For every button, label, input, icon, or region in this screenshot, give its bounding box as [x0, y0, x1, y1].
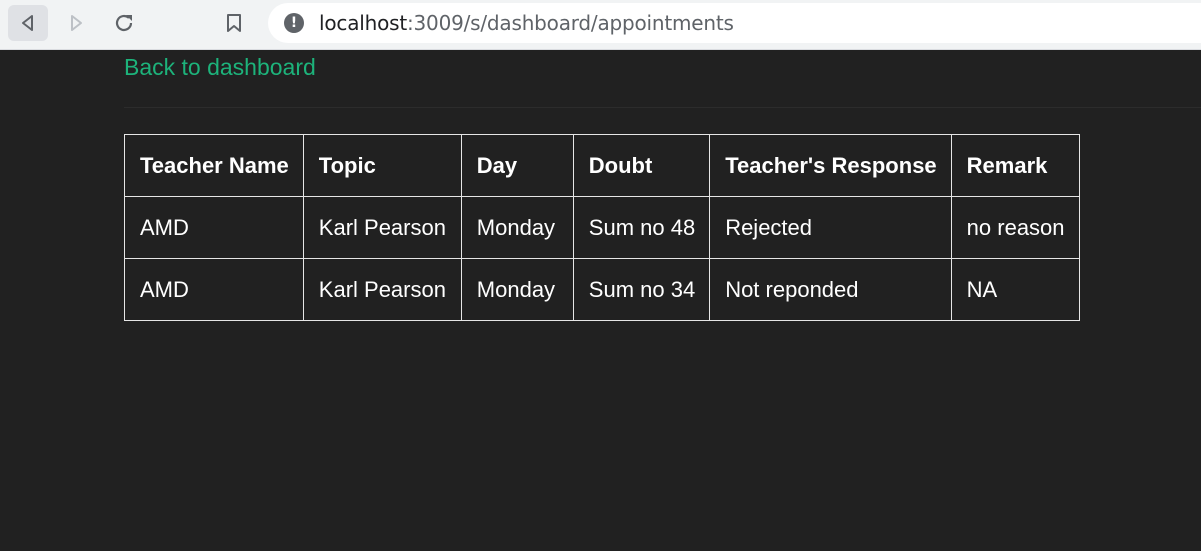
header-day: Day [460, 134, 574, 197]
cell-teacher-name: AMD [124, 196, 304, 259]
bookmark-button[interactable] [214, 5, 254, 41]
browser-toolbar: ! localhost:3009/s/dashboard/appointment… [0, 0, 1201, 50]
address-bar[interactable]: ! localhost:3009/s/dashboard/appointment… [268, 3, 1201, 43]
forward-arrow-icon [71, 15, 82, 31]
back-button[interactable] [8, 5, 48, 41]
cell-doubt: Sum no 48 [572, 196, 711, 259]
cell-remark: no reason [950, 196, 1080, 259]
cell-teacher-name: AMD [124, 258, 304, 321]
cell-remark: NA [950, 258, 1080, 321]
forward-button[interactable] [56, 5, 96, 41]
header-teacher-name: Teacher Name [124, 134, 304, 197]
page-content: Back to dashboard Teacher Name Topic Day… [0, 50, 1201, 551]
table-row: AMD Karl Pearson Monday Sum no 34 Not re… [124, 258, 1080, 321]
cell-day: Monday [460, 196, 574, 259]
back-arrow-icon [22, 15, 33, 31]
cell-teacher-response: Not reponded [709, 258, 952, 321]
cell-topic: Karl Pearson [302, 196, 462, 259]
site-info-icon[interactable]: ! [284, 13, 304, 33]
divider [124, 107, 1201, 108]
cell-teacher-response: Rejected [709, 196, 952, 259]
bookmark-icon [227, 14, 241, 32]
table-header-row: Teacher Name Topic Day Doubt Teacher's R… [124, 134, 1080, 197]
table-row: AMD Karl Pearson Monday Sum no 48 Reject… [124, 196, 1080, 259]
cell-day: Monday [460, 258, 574, 321]
reload-button[interactable] [104, 5, 144, 41]
header-remark: Remark [950, 134, 1080, 197]
header-teacher-response: Teacher's Response [709, 134, 952, 197]
back-to-dashboard-link[interactable]: Back to dashboard [124, 54, 316, 81]
appointments-table: Teacher Name Topic Day Doubt Teacher's R… [124, 134, 1080, 321]
url-path: :3009/s/dashboard/appointments [406, 11, 734, 35]
header-doubt: Doubt [572, 134, 711, 197]
cell-doubt: Sum no 34 [572, 258, 711, 321]
cell-topic: Karl Pearson [302, 258, 462, 321]
url-text[interactable]: localhost:3009/s/dashboard/appointments [319, 11, 734, 35]
url-host: localhost [319, 11, 407, 35]
reload-icon [115, 14, 133, 32]
header-topic: Topic [302, 134, 462, 197]
